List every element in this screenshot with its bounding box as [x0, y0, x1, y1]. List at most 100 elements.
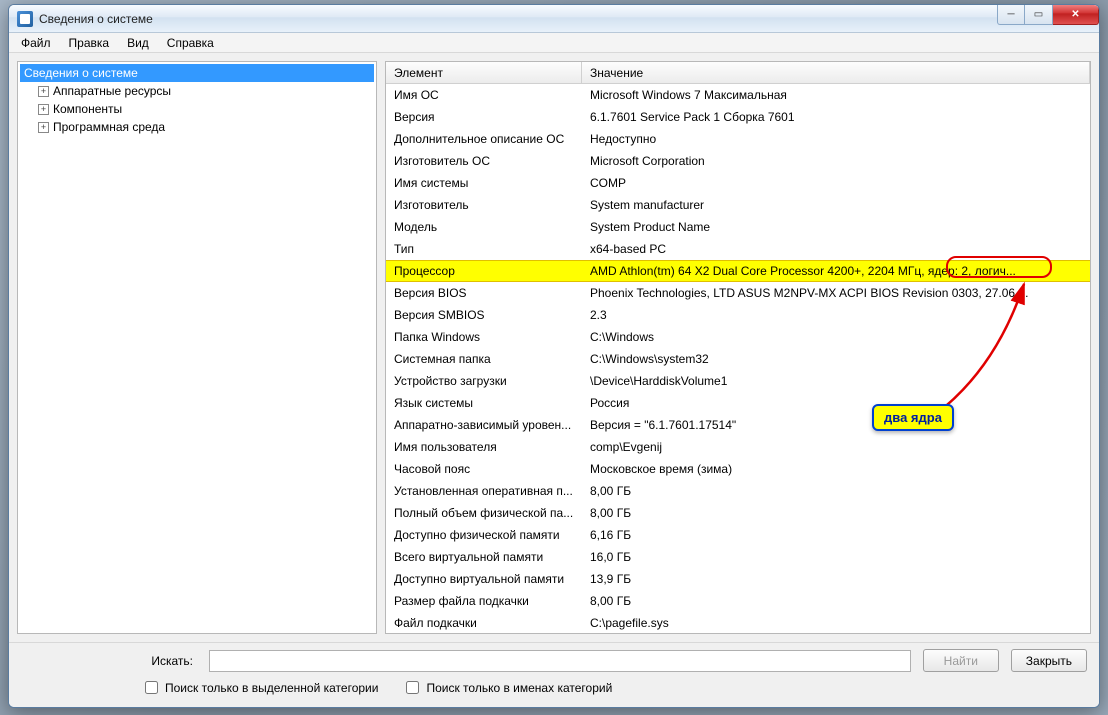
tree-item-components[interactable]: + Компоненты: [20, 100, 374, 118]
cell-value: x64-based PC: [582, 242, 1090, 256]
table-row[interactable]: Системная папкаC:\Windows\system32: [386, 348, 1090, 370]
menu-edit[interactable]: Правка: [61, 34, 118, 52]
category-tree[interactable]: Сведения о системе + Аппаратные ресурсы …: [17, 61, 377, 634]
table-row[interactable]: Доступно виртуальной памяти13,9 ГБ: [386, 568, 1090, 590]
cell-element: Полный объем физической па...: [386, 506, 582, 520]
cell-element: Файл подкачки: [386, 616, 582, 630]
details-list: Элемент Значение Имя ОСMicrosoft Windows…: [385, 61, 1091, 634]
check-selected-category[interactable]: Поиск только в выделенной категории: [141, 678, 378, 697]
content-area: Сведения о системе + Аппаратные ресурсы …: [9, 53, 1099, 642]
tree-item-hardware[interactable]: + Аппаратные ресурсы: [20, 82, 374, 100]
window-controls: ─ ▭ ✕: [997, 5, 1099, 25]
menu-view[interactable]: Вид: [119, 34, 157, 52]
cell-element: Дополнительное описание ОС: [386, 132, 582, 146]
cell-element: Изготовитель ОС: [386, 154, 582, 168]
table-row[interactable]: Устройство загрузки\Device\HarddiskVolum…: [386, 370, 1090, 392]
menu-file[interactable]: Файл: [13, 34, 59, 52]
table-row[interactable]: Размер файла подкачки8,00 ГБ: [386, 590, 1090, 612]
cell-value: Версия = "6.1.7601.17514": [582, 418, 1090, 432]
cell-element: Язык системы: [386, 396, 582, 410]
cell-value: 16,0 ГБ: [582, 550, 1090, 564]
cell-element: Имя ОС: [386, 88, 582, 102]
table-row[interactable]: ИзготовительSystem manufacturer: [386, 194, 1090, 216]
cell-value: 6.1.7601 Service Pack 1 Сборка 7601: [582, 110, 1090, 124]
cell-element: Версия BIOS: [386, 286, 582, 300]
table-row[interactable]: Всего виртуальной памяти16,0 ГБ: [386, 546, 1090, 568]
cell-element: Всего виртуальной памяти: [386, 550, 582, 564]
checkbox-selected-category[interactable]: [145, 681, 158, 694]
titlebar[interactable]: Сведения о системе ─ ▭ ✕: [9, 5, 1099, 33]
footer: Искать: Найти Закрыть Поиск только в выд…: [9, 642, 1099, 707]
cell-value: 8,00 ГБ: [582, 506, 1090, 520]
find-button[interactable]: Найти: [923, 649, 999, 672]
list-body[interactable]: Имя ОСMicrosoft Windows 7 МаксимальнаяВе…: [386, 84, 1090, 633]
cell-element: Устройство загрузки: [386, 374, 582, 388]
tree-root[interactable]: Сведения о системе: [20, 64, 374, 82]
cell-element: Системная папка: [386, 352, 582, 366]
tree-item-label: Программная среда: [53, 120, 165, 134]
table-row[interactable]: Версия SMBIOS2.3: [386, 304, 1090, 326]
cell-element: Аппаратно-зависимый уровен...: [386, 418, 582, 432]
search-row: Искать: Найти Закрыть: [21, 649, 1087, 672]
cell-element: Версия SMBIOS: [386, 308, 582, 322]
table-row[interactable]: Папка WindowsC:\Windows: [386, 326, 1090, 348]
tree-item-software[interactable]: + Программная среда: [20, 118, 374, 136]
column-value[interactable]: Значение: [582, 62, 1090, 83]
table-row[interactable]: Полный объем физической па...8,00 ГБ: [386, 502, 1090, 524]
cell-element: Размер файла подкачки: [386, 594, 582, 608]
checkbox-category-names[interactable]: [406, 681, 419, 694]
table-row[interactable]: МодельSystem Product Name: [386, 216, 1090, 238]
cell-element: Доступно физической памяти: [386, 528, 582, 542]
table-row[interactable]: Имя системыCOMP: [386, 172, 1090, 194]
tree-item-label: Компоненты: [53, 102, 122, 116]
expand-icon[interactable]: +: [38, 86, 49, 97]
app-icon: [17, 11, 33, 27]
table-row[interactable]: ПроцессорAMD Athlon(tm) 64 X2 Dual Core …: [386, 260, 1090, 282]
cell-value: C:\pagefile.sys: [582, 616, 1090, 630]
table-row[interactable]: Файл подкачкиC:\pagefile.sys: [386, 612, 1090, 633]
table-row[interactable]: Доступно физической памяти6,16 ГБ: [386, 524, 1090, 546]
cell-element: Модель: [386, 220, 582, 234]
check-category-names[interactable]: Поиск только в именах категорий: [402, 678, 612, 697]
table-row[interactable]: Установленная оперативная п...8,00 ГБ: [386, 480, 1090, 502]
cell-element: Папка Windows: [386, 330, 582, 344]
tree-root-label: Сведения о системе: [24, 66, 138, 80]
expand-icon[interactable]: +: [38, 104, 49, 115]
cell-value: Phoenix Technologies, LTD ASUS M2NPV-MX …: [582, 286, 1090, 300]
close-button[interactable]: ✕: [1053, 5, 1099, 25]
cell-value: AMD Athlon(tm) 64 X2 Dual Core Processor…: [582, 264, 1090, 278]
cell-element: Часовой пояс: [386, 462, 582, 476]
menu-help[interactable]: Справка: [159, 34, 222, 52]
column-element[interactable]: Элемент: [386, 62, 582, 83]
cell-value: Microsoft Windows 7 Максимальная: [582, 88, 1090, 102]
cell-value: Россия: [582, 396, 1090, 410]
search-input[interactable]: [209, 650, 911, 672]
cell-value: comp\Evgenij: [582, 440, 1090, 454]
cell-value: 8,00 ГБ: [582, 594, 1090, 608]
table-row[interactable]: Язык системыРоссия: [386, 392, 1090, 414]
table-row[interactable]: Часовой поясМосковское время (зима): [386, 458, 1090, 480]
table-row[interactable]: Имя пользователяcomp\Evgenij: [386, 436, 1090, 458]
search-label: Искать:: [21, 654, 197, 668]
cell-value: 8,00 ГБ: [582, 484, 1090, 498]
table-row[interactable]: Версия6.1.7601 Service Pack 1 Сборка 760…: [386, 106, 1090, 128]
cell-element: Установленная оперативная п...: [386, 484, 582, 498]
table-row[interactable]: Изготовитель ОСMicrosoft Corporation: [386, 150, 1090, 172]
menubar: Файл Правка Вид Справка: [9, 33, 1099, 53]
minimize-button[interactable]: ─: [997, 5, 1025, 25]
maximize-button[interactable]: ▭: [1025, 5, 1053, 25]
table-row[interactable]: Дополнительное описание ОСНедоступно: [386, 128, 1090, 150]
check-label: Поиск только в выделенной категории: [165, 681, 378, 695]
cell-value: \Device\HarddiskVolume1: [582, 374, 1090, 388]
table-row[interactable]: Версия BIOSPhoenix Technologies, LTD ASU…: [386, 282, 1090, 304]
cell-value: C:\Windows: [582, 330, 1090, 344]
table-row[interactable]: Типx64-based PC: [386, 238, 1090, 260]
cell-value: Microsoft Corporation: [582, 154, 1090, 168]
close-button-footer[interactable]: Закрыть: [1011, 649, 1087, 672]
search-options: Поиск только в выделенной категории Поис…: [21, 678, 1087, 697]
system-info-window: Сведения о системе ─ ▭ ✕ Файл Правка Вид…: [8, 4, 1100, 708]
table-row[interactable]: Аппаратно-зависимый уровен...Версия = "6…: [386, 414, 1090, 436]
expand-icon[interactable]: +: [38, 122, 49, 133]
cell-value: Недоступно: [582, 132, 1090, 146]
table-row[interactable]: Имя ОСMicrosoft Windows 7 Максимальная: [386, 84, 1090, 106]
